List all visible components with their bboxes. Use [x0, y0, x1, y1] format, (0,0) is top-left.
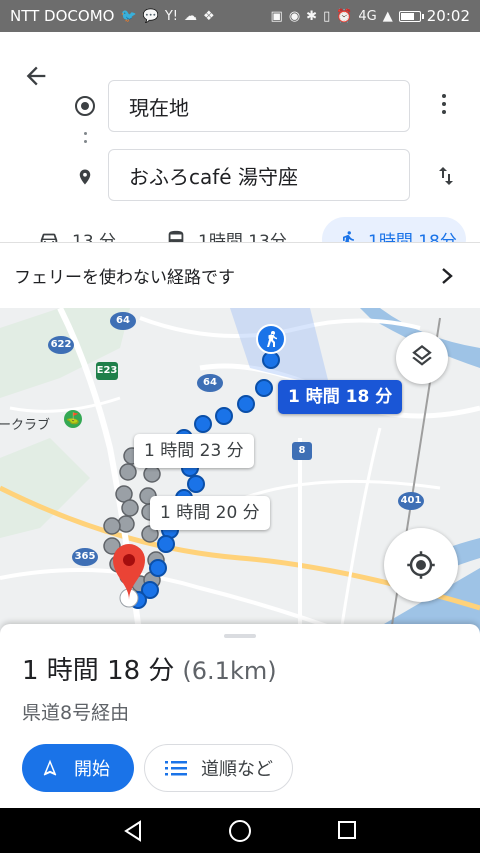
- battery-level-fill: [400, 12, 414, 20]
- my-location-icon: [407, 551, 435, 579]
- road-shield-401: 401: [398, 492, 424, 510]
- signal-icon: ▲: [382, 8, 393, 24]
- route-label-alt-2[interactable]: 1 時間 20 分: [150, 496, 270, 530]
- road-shield-e23: E23: [96, 362, 118, 380]
- golf-icon: ⛳: [64, 410, 82, 428]
- chat-icon: 💬: [142, 8, 159, 24]
- road-shield-64b: 64: [197, 374, 223, 392]
- cloud-icon: ☁: [183, 8, 197, 24]
- origin-dot-icon: [75, 96, 95, 116]
- route-main-dot: [255, 379, 273, 397]
- system-nav-bar: [0, 808, 480, 853]
- route-via: 県道8号経由: [22, 702, 130, 724]
- route-main-dot: [149, 559, 167, 577]
- bluetooth-icon: ✱: [306, 8, 318, 24]
- start-navigation-button[interactable]: 開始: [22, 744, 134, 792]
- route-alt-dot: [119, 463, 137, 481]
- steps-label: 道順など: [201, 759, 273, 780]
- nav-back-icon[interactable]: [122, 820, 144, 842]
- route-duration: 1 時間 18 分 (6.1km): [22, 650, 277, 687]
- route-duration-text: 1 時間 18 分: [22, 656, 175, 686]
- clock: 20:02: [426, 7, 470, 25]
- vibrate-icon: ▯: [323, 8, 331, 24]
- map-place-label: ークラブ: [0, 418, 51, 433]
- route-notice-text: フェリーを使わない経路です: [14, 268, 235, 288]
- route-connector-dots: [84, 132, 87, 148]
- route-alt-dot: [103, 517, 121, 535]
- my-location-button[interactable]: [384, 528, 458, 602]
- status-bar: NTT DOCOMO 🐦 💬 Y! ☁ ❖ ▣ ◉ ✱ ▯ ⏰ 4G ▲ 20:…: [0, 0, 480, 32]
- place-pin-icon: [79, 169, 91, 185]
- list-icon: [165, 761, 187, 776]
- nav-recents-icon[interactable]: [338, 821, 356, 839]
- layers-icon: [412, 345, 432, 366]
- route-main-dot: [194, 415, 212, 433]
- route-alt-dot: [143, 465, 161, 483]
- route-main-dot: [262, 351, 280, 369]
- route-main-dot: [215, 407, 233, 425]
- route-summary-sheet[interactable]: 1 時間 18 分 (6.1km) 県道8号経由 開始 道順など: [0, 624, 480, 808]
- road-shield-64: 64: [110, 312, 136, 330]
- route-main-dot: [187, 475, 205, 493]
- destination-field[interactable]: おふろcafé 湯守座: [108, 149, 410, 201]
- chevron-right-icon: [442, 268, 453, 284]
- network-type: 4G: [358, 8, 377, 24]
- route-main-dot: [157, 535, 175, 553]
- road-shield-365: 365: [72, 548, 98, 566]
- app-icon: ❖: [202, 8, 215, 24]
- sheet-drag-handle[interactable]: [224, 634, 256, 638]
- route-map[interactable]: 64 622 E23 64 8 401 365 ークラブ ⛳ 1 時間 18 分…: [0, 308, 480, 638]
- route-alt-dot: [121, 499, 139, 517]
- carrier-label: NTT DOCOMO: [10, 7, 115, 25]
- location-icon: ◉: [288, 8, 301, 24]
- directions-header: 現在地 おふろcafé 湯守座 13 分 1時間 13分 1時間 18分: [0, 32, 480, 262]
- layers-button[interactable]: [396, 332, 448, 384]
- road-shield-8: 8: [292, 442, 312, 460]
- image-icon: ▣: [270, 8, 283, 24]
- steps-button[interactable]: 道順など: [144, 744, 293, 792]
- start-label: 開始: [74, 759, 110, 780]
- yahoo-icon: Y!: [164, 8, 178, 24]
- origin-field[interactable]: 現在地: [108, 80, 410, 132]
- route-main-dot: [237, 395, 255, 413]
- route-notice-row[interactable]: フェリーを使わない経路です: [0, 243, 480, 308]
- alarm-icon: ⏰: [336, 8, 353, 24]
- route-distance: (6.1km): [182, 657, 277, 685]
- road-shield-622: 622: [48, 336, 74, 354]
- navigation-arrow-icon: [43, 759, 57, 776]
- arrow-back-icon[interactable]: [22, 62, 50, 90]
- nav-home-icon[interactable]: [229, 820, 251, 842]
- battery-icon: [398, 10, 424, 22]
- route-label-active[interactable]: 1 時間 18 分: [278, 380, 403, 414]
- route-label-alt-1[interactable]: 1 時間 23 分: [134, 434, 254, 468]
- twitter-icon: 🐦: [120, 8, 137, 24]
- more-vert-icon[interactable]: [434, 94, 454, 118]
- swap-vert-icon[interactable]: [434, 163, 458, 189]
